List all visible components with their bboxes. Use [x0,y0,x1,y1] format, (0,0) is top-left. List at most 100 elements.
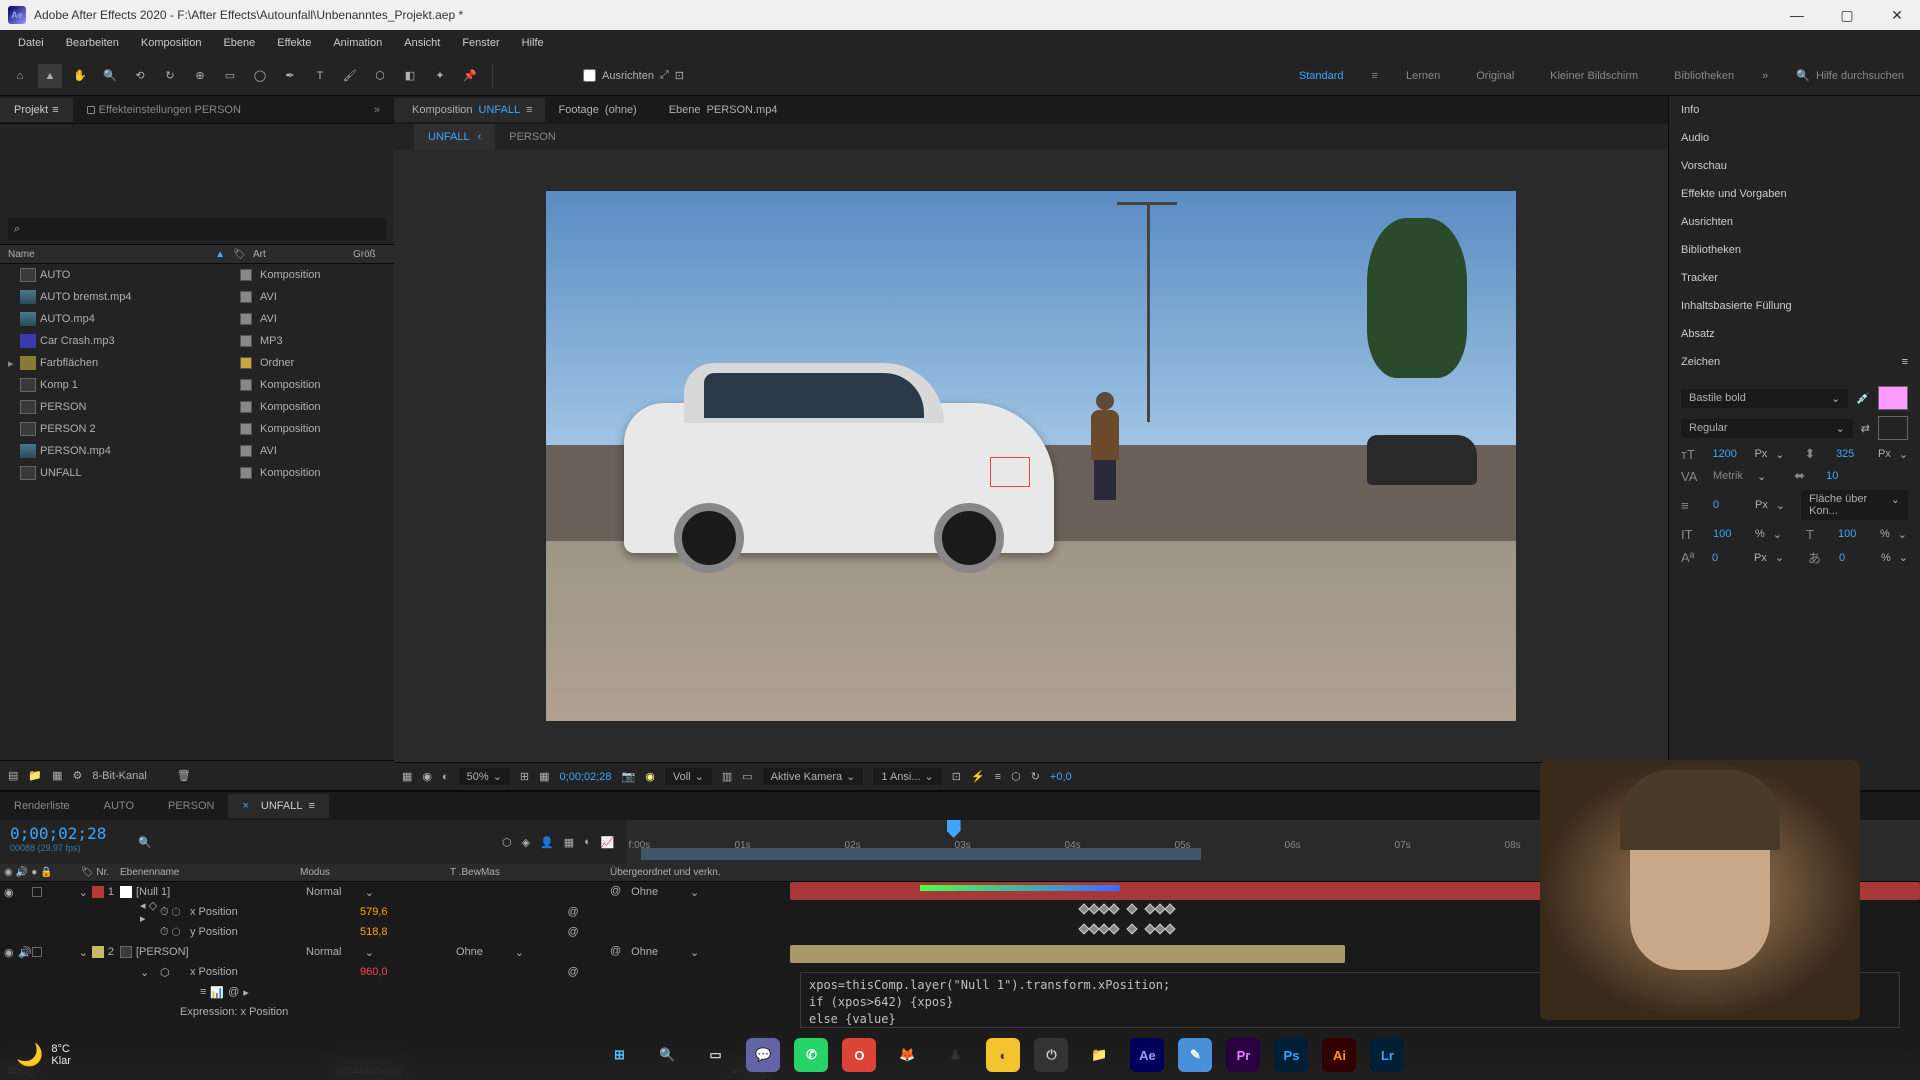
timeline-icon[interactable]: ≡ [995,771,1001,783]
mask-icon[interactable]: ◐ [442,771,449,783]
taskbar-app[interactable]: Lr [1366,1034,1408,1076]
workspace-menu-icon[interactable]: ≡ [1372,70,1378,82]
region-icon[interactable]: ▭ [742,770,752,783]
transparency-icon[interactable]: ▥ [722,770,732,783]
close-button[interactable]: ✕ [1882,7,1912,24]
audio-toggle[interactable]: 🔊 [18,946,30,959]
menu-fenster[interactable]: Fenster [452,33,509,53]
overflow-icon[interactable]: » [374,104,380,116]
panel-menu-icon[interactable]: ≡ [526,104,532,116]
new-folder-icon[interactable]: 📁 [28,769,42,782]
panel-bibliotheken[interactable]: Bibliotheken [1669,236,1920,264]
resolution-dropdown[interactable]: Voll⌄ [665,768,712,785]
help-search[interactable]: 🔍 Hilfe durchsuchen [1788,67,1912,84]
taskbar-app[interactable]: ▭ [694,1034,736,1076]
maximize-button[interactable]: ▢ [1832,7,1862,24]
stroke-width-value[interactable]: 0 [1707,497,1747,513]
taskbar-app[interactable]: Ps [1270,1034,1312,1076]
mode-column[interactable]: Modus [300,867,450,878]
layer-label-color[interactable] [92,886,104,898]
item-label-swatch[interactable] [240,357,252,369]
panel-tracker[interactable]: Tracker [1669,264,1920,292]
tab-person[interactable]: PERSON [148,794,228,818]
project-item[interactable]: Komp 1 Komposition [0,374,394,396]
workspace-standard[interactable]: Standard [1291,66,1352,86]
fill-color-swatch[interactable] [1878,386,1908,410]
panel-zeichen-header[interactable]: Zeichen ≡ [1669,348,1920,376]
pen-tool[interactable]: ✒ [278,64,302,88]
item-label-swatch[interactable] [240,445,252,457]
text-tool[interactable]: T [308,64,332,88]
alpha-icon[interactable]: ▦ [402,770,412,783]
pickwhip-icon[interactable]: @ [610,885,621,900]
sort-arrow-icon[interactable]: ▲ [215,249,225,260]
selection-tool[interactable]: ▲ [38,64,62,88]
grid-icon[interactable]: ▦ [539,770,549,783]
property-value[interactable]: 579,6 [360,906,388,918]
snap-icon-2[interactable]: ⊡ [675,69,684,82]
tsume-value[interactable]: 0 [1833,550,1873,566]
solo-toggle[interactable] [32,947,42,957]
item-label-swatch[interactable] [240,313,252,325]
baseline-value[interactable]: 0 [1706,550,1746,566]
expand-arrow-icon[interactable]: ⌄ [79,886,88,899]
project-item[interactable]: PERSON.mp4 AVI [0,440,394,462]
hscale-value[interactable]: 100 [1832,526,1872,542]
rotate-tool[interactable]: ↻ [158,64,182,88]
trkmat-column[interactable]: T .BewMas [450,867,610,878]
column-type-header[interactable]: Art [253,249,353,260]
property-value[interactable]: 518,8 [360,926,388,938]
panel-menu-icon[interactable]: ≡ [52,104,58,116]
project-item[interactable]: ▸ Farbflächen Ordner [0,352,394,374]
visibility-toggle[interactable]: ◉ [4,886,16,899]
tab-effekteinstellungen[interactable]: Effekteinstellungen PERSON » [73,98,394,122]
home-tool[interactable]: ⌂ [8,64,32,88]
res-icon[interactable]: ⊞ [520,770,529,783]
taskbar-app[interactable]: ◐ [982,1034,1024,1076]
panel-absatz[interactable]: Absatz [1669,320,1920,348]
pixel-aspect-icon[interactable]: ⊡ [952,770,961,783]
exposure-value[interactable]: +0,0 [1050,771,1072,783]
project-search[interactable]: ⌕ [8,218,386,240]
composition-viewer[interactable] [394,150,1668,762]
bit-depth-label[interactable]: 8-Bit-Kanal [92,770,146,782]
label-column-icon[interactable]: 🏷 [81,867,94,878]
panel-vorschau[interactable]: Vorschau [1669,152,1920,180]
taskbar-app[interactable]: ⊞ [598,1034,640,1076]
tab-projekt[interactable]: Projekt ≡ [0,98,73,122]
project-item[interactable]: PERSON Komposition [0,396,394,418]
layer-name[interactable]: [PERSON] [136,946,189,958]
brush-tool[interactable]: 🖌 [338,64,362,88]
layer-label-color[interactable] [92,946,104,958]
menu-ebene[interactable]: Ebene [213,33,265,53]
workspace-original[interactable]: Original [1468,66,1522,86]
ausrichten-checkbox[interactable] [583,69,596,82]
item-label-swatch[interactable] [240,401,252,413]
taskbar-app[interactable]: ♟ [934,1034,976,1076]
nested-tab-person[interactable]: PERSON [495,124,569,150]
solo-column-icon[interactable]: ● [31,867,37,878]
taskbar-app[interactable]: ✆ [790,1034,832,1076]
parent-column[interactable]: Übergeordnet und verkn. [610,867,790,878]
draft3d-icon[interactable]: ◈ [522,836,530,849]
snapshot-icon[interactable]: 📷 [622,770,636,783]
font-family-dropdown[interactable]: Bastile bold⌄ [1681,389,1848,408]
views-dropdown[interactable]: 1 Ansi...⌄ [873,768,941,785]
viewer-tab-footage[interactable]: Footage (ohne) [547,98,649,122]
font-style-dropdown[interactable]: Regular⌄ [1681,419,1853,438]
taskbar-app[interactable]: 📁 [1078,1034,1120,1076]
graph-editor-icon[interactable]: 📈 [601,836,615,849]
expression-pickwhip-icon[interactable]: @ [228,986,239,999]
item-label-swatch[interactable] [240,335,252,347]
menu-animation[interactable]: Animation [323,33,392,53]
viewer-tab-komposition[interactable]: Komposition UNFALL ≡ [394,98,545,122]
eye-column-icon[interactable]: ◉ [4,867,13,878]
viewer-tab-ebene[interactable]: Ebene PERSON.mp4 [651,98,790,122]
pickwhip-icon[interactable]: @ [610,945,621,960]
audio-column-icon[interactable]: 🔊 [16,867,28,878]
taskbar-app[interactable]: Pr [1222,1034,1264,1076]
panel-menu-icon[interactable]: ≡ [1902,356,1908,368]
workspace-lernen[interactable]: Lernen [1398,66,1448,86]
kerning-value[interactable]: Metrik [1707,468,1749,484]
project-item[interactable]: AUTO bremst.mp4 AVI [0,286,394,308]
